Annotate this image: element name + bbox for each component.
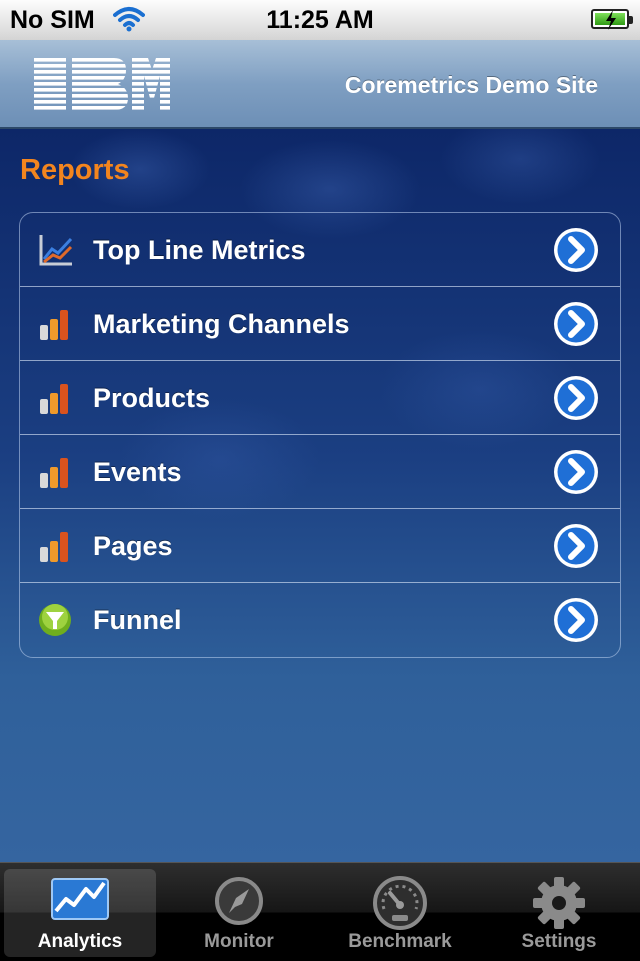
chevron-right-icon[interactable] [552, 448, 600, 496]
chevron-right-icon[interactable] [552, 226, 600, 274]
chevron-right-icon[interactable] [552, 374, 600, 422]
report-label: Top Line Metrics [93, 235, 306, 265]
tab-bar: Analytics Monitor Benchmark Settings [0, 862, 640, 961]
chevron-right-icon[interactable] [552, 300, 600, 348]
tab-label: Benchmark [348, 931, 452, 952]
tab-label: Analytics [37, 931, 123, 952]
tab-monitor[interactable]: Monitor [163, 869, 315, 957]
report-row-pages[interactable]: Pages [20, 509, 620, 583]
report-list: Top Line Metrics Marketing Channels Prod… [19, 212, 621, 658]
report-label: Funnel [93, 605, 182, 635]
battery-icon [591, 9, 633, 30]
analytics-icon [51, 878, 109, 920]
report-label: Products [93, 383, 211, 413]
app-header: Coremetrics Demo Site [0, 40, 640, 129]
tab-label: Settings [521, 931, 597, 952]
report-row-funnel[interactable]: Funnel [20, 583, 620, 657]
chevron-right-icon[interactable] [552, 596, 600, 644]
speedometer-icon [373, 876, 427, 930]
report-label: Events [93, 457, 182, 487]
bar-chart-icon [40, 384, 68, 414]
main-content: Reports Top Line Metrics Marketing Chann… [0, 129, 640, 862]
bar-chart-icon [40, 310, 68, 340]
site-name: Coremetrics Demo Site [344, 72, 598, 98]
status-bar: No SIM 11:25 AM [0, 0, 640, 41]
line-chart-icon [39, 235, 73, 266]
funnel-icon [39, 604, 71, 636]
tab-settings[interactable]: Settings [483, 869, 635, 957]
tab-label: Monitor [204, 931, 274, 952]
report-label: Marketing Channels [93, 309, 350, 339]
bar-chart-icon [40, 532, 68, 562]
section-title: Reports [20, 154, 130, 186]
clock: 11:25 AM [266, 6, 374, 34]
report-row-events[interactable]: Events [20, 435, 620, 509]
report-row-top-line-metrics[interactable]: Top Line Metrics [20, 213, 620, 287]
chevron-right-icon[interactable] [552, 522, 600, 570]
gear-icon [533, 877, 585, 929]
ibm-logo [34, 58, 170, 110]
bar-chart-icon [40, 458, 68, 488]
report-row-products[interactable]: Products [20, 361, 620, 435]
compass-icon [215, 877, 263, 925]
tab-benchmark[interactable]: Benchmark [324, 869, 476, 957]
report-label: Pages [93, 531, 173, 561]
tab-analytics[interactable]: Analytics [4, 869, 156, 957]
report-row-marketing-channels[interactable]: Marketing Channels [20, 287, 620, 361]
